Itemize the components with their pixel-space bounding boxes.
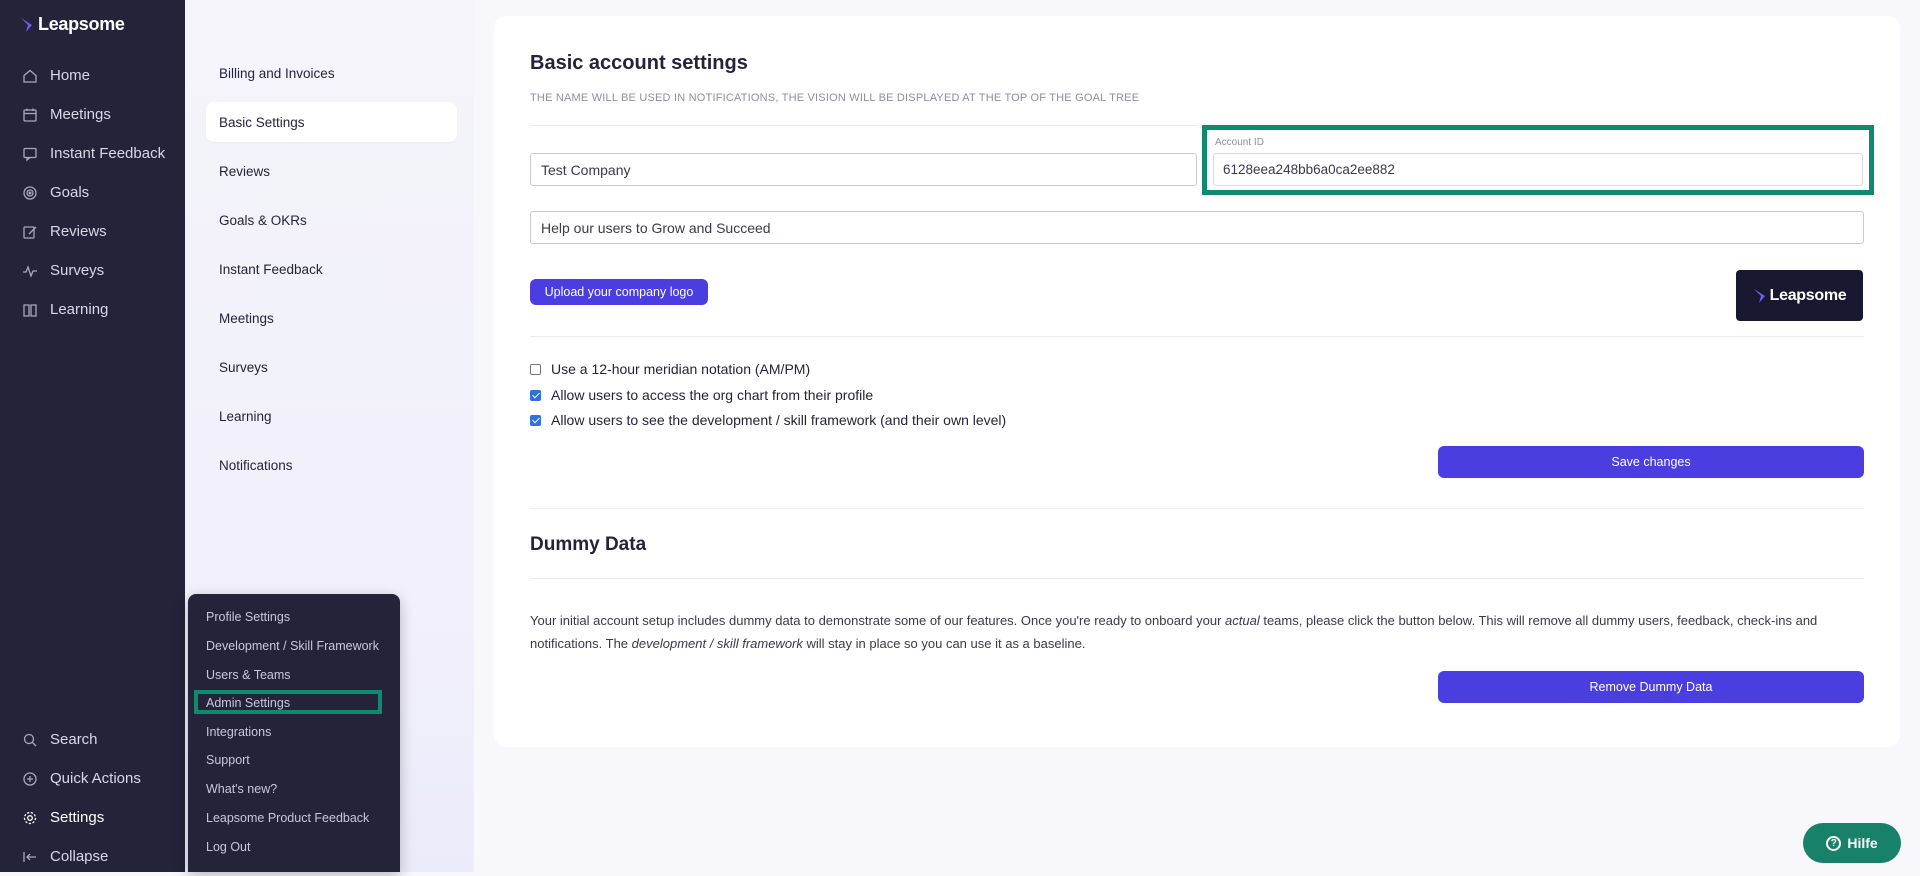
nav-label: Goals <box>50 184 90 201</box>
main-sidebar: Leapsome Home Meetings Instant Feedback … <box>0 0 185 872</box>
nav-item-home[interactable]: Home <box>0 56 185 95</box>
subnav-item-surveys[interactable]: Surveys <box>206 347 457 387</box>
checkbox-label: Use a 12-hour meridian notation (AM/PM) <box>551 361 811 377</box>
brand-name: Leapsome <box>38 14 125 34</box>
subnav-item-reviews[interactable]: Reviews <box>206 151 457 191</box>
account-id-field[interactable]: 6128eea248bb6a0ca2ee882 <box>1213 153 1863 186</box>
question-icon: ? <box>1826 835 1842 851</box>
subnav-item-notifications[interactable]: Notifications <box>206 445 457 485</box>
target-icon <box>23 185 37 200</box>
skill-framework-checkbox[interactable] <box>530 414 541 426</box>
checkbox-row-org-chart[interactable]: Allow users to access the org chart from… <box>530 387 873 403</box>
nav-item-goals[interactable]: Goals <box>0 173 185 212</box>
nav-item-settings[interactable]: Settings <box>0 798 185 837</box>
menu-item-support[interactable]: Support <box>206 753 250 767</box>
settings-popup-menu: Profile Settings Development / Skill Fra… <box>188 594 400 872</box>
menu-item-skill-framework[interactable]: Development / Skill Framework <box>206 639 379 653</box>
divider <box>530 578 1864 579</box>
menu-item-log-out[interactable]: Log Out <box>206 840 250 854</box>
checkbox-label: Allow users to see the development / ski… <box>551 412 1007 428</box>
account-id-highlight: Account ID 6128eea248bb6a0ca2ee882 <box>1202 125 1874 195</box>
edit-icon <box>23 225 37 239</box>
settings-card: Basic account settings THE NAME WILL BE … <box>494 16 1900 747</box>
company-logo-preview: Leapsome <box>1736 270 1863 321</box>
book-icon <box>23 303 37 317</box>
meridian-checkbox[interactable] <box>530 363 541 375</box>
primary-nav: Home Meetings Instant Feedback Goals Rev… <box>0 56 185 329</box>
nav-item-collapse[interactable]: Collapse <box>0 837 185 876</box>
nav-label: Home <box>50 67 91 84</box>
calendar-icon <box>23 108 37 122</box>
subnav-item-basic-settings[interactable]: Basic Settings <box>206 102 457 142</box>
nav-item-reviews[interactable]: Reviews <box>0 212 185 251</box>
section-subtitle: THE NAME WILL BE USED IN NOTIFICATIONS, … <box>530 92 1140 104</box>
subnav-item-instant-feedback[interactable]: Instant Feedback <box>206 249 457 289</box>
checkbox-label: Allow users to access the org chart from… <box>551 387 874 403</box>
divider <box>530 336 1864 337</box>
company-name-input[interactable]: Test Company <box>530 153 1197 186</box>
nav-label: Surveys <box>50 262 105 279</box>
menu-item-profile-settings[interactable]: Profile Settings <box>206 610 290 624</box>
subnav-item-goals-okrs[interactable]: Goals & OKRs <box>206 200 457 240</box>
nav-label: Settings <box>50 809 105 826</box>
remove-dummy-data-button[interactable]: Remove Dummy Data <box>1438 671 1864 703</box>
nav-label: Instant Feedback <box>50 145 166 162</box>
secondary-nav: Search Quick Actions Settings Collapse <box>0 720 185 876</box>
subnav-item-billing[interactable]: Billing and Invoices <box>206 53 457 93</box>
menu-item-product-feedback[interactable]: Leapsome Product Feedback <box>206 811 369 825</box>
divider <box>530 125 1198 126</box>
subnav-item-meetings[interactable]: Meetings <box>206 298 457 338</box>
home-icon <box>23 69 37 83</box>
account-id-label: Account ID <box>1215 137 1264 148</box>
nav-label: Search <box>50 731 98 748</box>
save-changes-button[interactable]: Save changes <box>1438 446 1864 478</box>
checkbox-row-meridian[interactable]: Use a 12-hour meridian notation (AM/PM) <box>530 361 810 377</box>
dummy-data-description: Your initial account setup includes dumm… <box>530 613 1818 651</box>
chat-icon <box>23 147 37 161</box>
dummy-data-title: Dummy Data <box>530 534 647 555</box>
nav-label: Meetings <box>50 106 111 123</box>
nav-item-instant-feedback[interactable]: Instant Feedback <box>0 134 185 173</box>
nav-label: Collapse <box>50 848 109 865</box>
plus-circle-icon <box>23 771 37 786</box>
nav-item-meetings[interactable]: Meetings <box>0 95 185 134</box>
collapse-icon <box>23 851 36 862</box>
nav-item-learning[interactable]: Learning <box>0 290 185 329</box>
help-button[interactable]: ? Hilfe <box>1803 823 1901 863</box>
divider <box>530 508 1864 509</box>
nav-item-search[interactable]: Search <box>0 720 185 759</box>
search-icon <box>23 733 37 746</box>
menu-item-admin-settings[interactable]: Admin Settings <box>206 696 290 710</box>
gear-icon <box>23 811 37 824</box>
logo-text: Leapsome <box>1769 286 1847 304</box>
leapsome-logo-icon <box>1753 288 1765 303</box>
nav-label: Reviews <box>50 223 107 240</box>
help-label: Hilfe <box>1847 835 1878 851</box>
menu-item-whats-new[interactable]: What's new? <box>206 782 277 796</box>
section-title: Basic account settings <box>530 52 748 74</box>
leapsome-logo-icon <box>21 17 32 32</box>
nav-item-quick-actions[interactable]: Quick Actions <box>0 759 185 798</box>
brand-logo[interactable]: Leapsome <box>20 14 125 35</box>
checkbox-row-skill-framework[interactable]: Allow users to see the development / ski… <box>530 412 1006 428</box>
subnav-item-learning[interactable]: Learning <box>206 396 457 436</box>
nav-label: Quick Actions <box>50 770 141 787</box>
org-chart-checkbox[interactable] <box>530 389 541 401</box>
upload-logo-button[interactable]: Upload your company logo <box>530 279 708 305</box>
menu-item-users-teams[interactable]: Users & Teams <box>206 668 291 682</box>
vision-input[interactable]: Help our users to Grow and Succeed <box>530 211 1864 244</box>
nav-label: Learning <box>50 301 109 318</box>
menu-item-integrations[interactable]: Integrations <box>206 725 271 739</box>
pulse-icon <box>23 264 37 278</box>
nav-item-surveys[interactable]: Surveys <box>0 251 185 290</box>
